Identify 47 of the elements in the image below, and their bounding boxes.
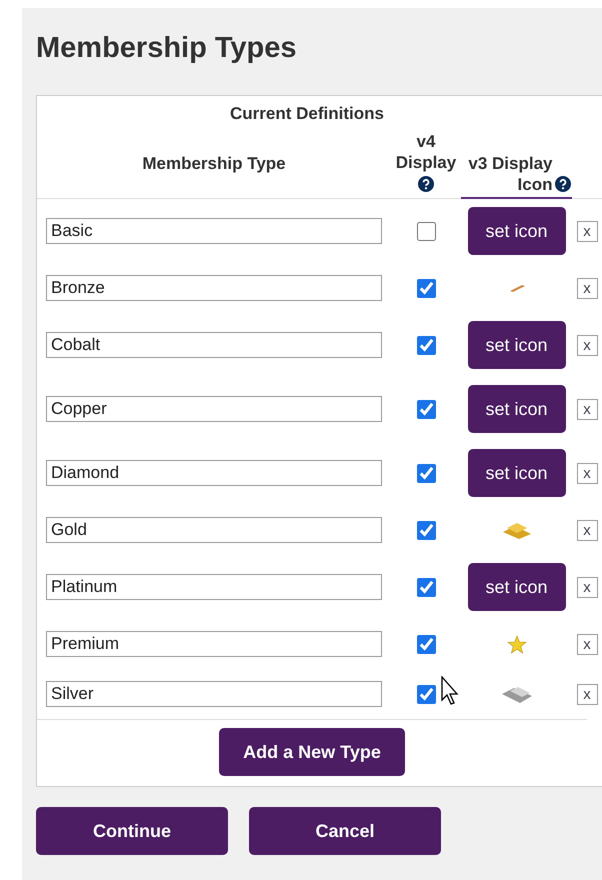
v4-display-checkbox[interactable]	[416, 222, 436, 240]
column-header: Membership Type	[142, 154, 286, 172]
delete-button[interactable]: x	[576, 634, 598, 654]
membership-name-field[interactable]: Gold	[46, 517, 382, 543]
add-type-button[interactable]: Add a New Type	[219, 728, 405, 776]
column-header: v4 Display	[396, 132, 456, 172]
membership-name-field[interactable]: Cobalt	[46, 332, 382, 358]
delete-button[interactable]: x	[576, 576, 598, 598]
help-icon[interactable]	[554, 176, 570, 192]
membership-name-field[interactable]: Diamond	[46, 460, 382, 486]
continue-button[interactable]: Continue	[36, 807, 228, 855]
membership-name-field[interactable]: Silver	[46, 681, 382, 707]
set-icon-button[interactable]: set icon	[468, 207, 566, 255]
cancel-button[interactable]: Cancel	[249, 807, 441, 855]
table-caption: Current Definitions	[229, 103, 385, 125]
delete-button[interactable]: x	[576, 398, 598, 420]
bars-icon	[500, 520, 532, 540]
v4-display-checkbox[interactable]	[416, 336, 436, 354]
delete-button[interactable]: x	[576, 278, 598, 298]
membership-name-field[interactable]: Platinum	[46, 574, 382, 600]
v4-display-checkbox[interactable]	[416, 278, 436, 298]
star-icon	[506, 634, 526, 654]
delete-button[interactable]: x	[576, 520, 598, 540]
membership-name-field[interactable]: Copper	[46, 396, 382, 422]
set-icon-button[interactable]: set icon	[468, 563, 566, 611]
delete-button[interactable]: x	[576, 334, 598, 356]
membership-name-field[interactable]: Bronze	[46, 275, 382, 301]
v4-display-checkbox[interactable]	[416, 400, 436, 418]
set-icon-button[interactable]: set icon	[468, 321, 566, 369]
delete-button[interactable]: x	[576, 462, 598, 484]
set-icon-button[interactable]: set icon	[468, 385, 566, 433]
bar-icon	[508, 283, 526, 293]
v4-display-checkbox[interactable]	[416, 520, 436, 540]
v4-display-checkbox[interactable]	[416, 578, 436, 596]
membership-name-field[interactable]: Basic	[46, 218, 382, 244]
v4-display-checkbox[interactable]	[416, 684, 436, 704]
membership-name-field[interactable]: Premium	[46, 631, 382, 657]
help-icon[interactable]	[418, 176, 434, 192]
column-header: v3 Display Icon	[467, 153, 552, 195]
ingot-icon	[500, 684, 534, 704]
mouse-cursor-icon	[441, 676, 461, 708]
v4-display-checkbox[interactable]	[416, 464, 436, 482]
delete-button[interactable]: x	[576, 684, 598, 704]
v4-display-checkbox[interactable]	[416, 634, 436, 654]
page-title: Membership Types	[36, 32, 298, 65]
delete-button[interactable]: x	[576, 220, 598, 242]
set-icon-button[interactable]: set icon	[468, 449, 566, 497]
